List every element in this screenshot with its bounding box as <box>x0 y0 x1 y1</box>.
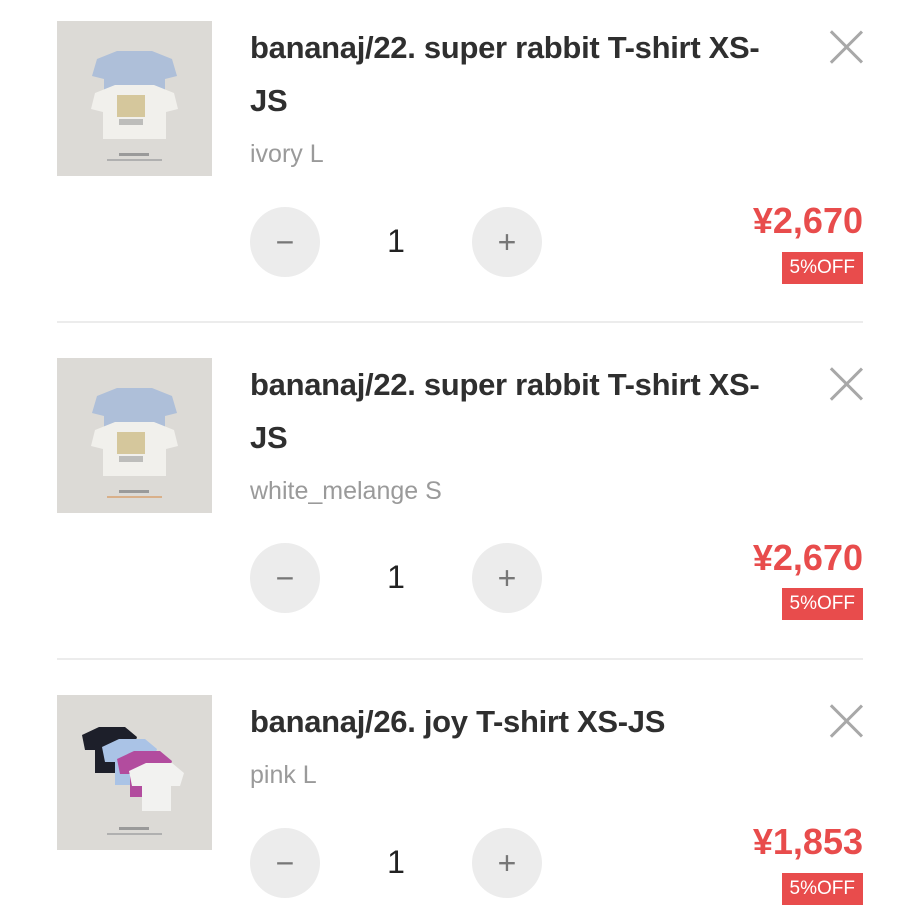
product-title[interactable]: bananaj/22. super rabbit T-shirt XS-JS <box>250 358 790 464</box>
remove-item-button[interactable] <box>829 30 863 64</box>
decrease-quantity-button[interactable]: − <box>250 828 320 898</box>
tshirt-fan-photo <box>57 695 212 850</box>
discount-badge: 5%OFF <box>781 873 863 905</box>
product-thumbnail[interactable] <box>57 21 212 176</box>
decrease-quantity-button[interactable]: − <box>250 543 320 613</box>
quantity-value: 1 <box>387 223 405 259</box>
product-price: ¥2,670 <box>752 200 863 241</box>
increase-quantity-button[interactable]: + <box>472 543 542 613</box>
remove-item-button[interactable] <box>829 367 863 401</box>
product-price: ¥2,670 <box>752 537 863 578</box>
discount-badge: 5%OFF <box>781 588 863 620</box>
item-divider <box>57 321 863 323</box>
decrease-quantity-button[interactable]: − <box>250 207 320 277</box>
tshirt-stack-photo <box>57 358 212 513</box>
quantity-value: 1 <box>387 844 405 880</box>
product-title[interactable]: bananaj/22. super rabbit T-shirt XS-JS <box>250 21 790 127</box>
discount-badge: 5%OFF <box>781 252 863 284</box>
product-variant: white_melange S <box>250 477 442 505</box>
increase-quantity-button[interactable]: + <box>472 828 542 898</box>
product-title[interactable]: bananaj/26. joy T-shirt XS-JS <box>250 695 790 748</box>
remove-item-button[interactable] <box>829 704 863 738</box>
product-price: ¥1,853 <box>752 821 863 862</box>
item-divider <box>57 658 863 660</box>
quantity-value: 1 <box>387 559 405 595</box>
product-variant: ivory L <box>250 140 324 168</box>
increase-quantity-button[interactable]: + <box>472 207 542 277</box>
product-thumbnail[interactable] <box>57 695 212 850</box>
product-variant: pink L <box>250 761 317 789</box>
tshirt-stack-photo <box>57 21 212 176</box>
product-thumbnail[interactable] <box>57 358 212 513</box>
